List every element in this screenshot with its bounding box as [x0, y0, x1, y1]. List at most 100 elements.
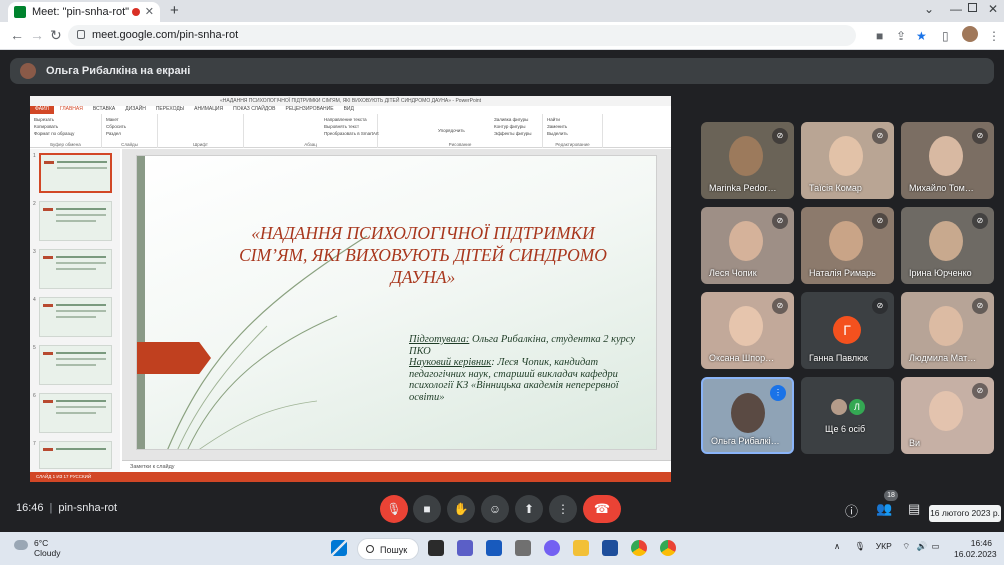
thumb-number: 7 [33, 441, 36, 447]
taskbar-clock[interactable]: 16:46 16.02.2023 [954, 538, 997, 560]
save-icon[interactable] [602, 540, 618, 556]
cloud-icon [14, 540, 28, 550]
meeting-time: 16:46 [16, 502, 44, 514]
participant-tile[interactable]: ⊘ Ви [901, 377, 994, 454]
participant-tile[interactable]: ⊘ Леся Чопик [701, 207, 794, 284]
ppt-group-label: Рисование [448, 142, 472, 147]
chrome-profile-icon[interactable] [660, 540, 676, 556]
ppt-arrange: Упорядочить [438, 128, 465, 133]
thumb-number: 3 [33, 249, 36, 255]
system-tray: ∧ 🎙 УКР ⌔ 🔊 ▭ [834, 541, 940, 552]
close-tab-icon[interactable]: ✕ [145, 5, 154, 18]
participant-tile[interactable]: ⊘ Наталія Римарь [801, 207, 894, 284]
wifi-icon[interactable]: ⌔ [902, 541, 910, 551]
participant-video [929, 221, 963, 261]
viber-icon[interactable] [544, 540, 560, 556]
prepared-label: Підготувала: [409, 334, 470, 345]
recording-dot-icon [132, 8, 140, 16]
participant-tile[interactable]: ⊘ Михайло Том… [901, 122, 994, 199]
ppt-effects: Эффекты фигуры [494, 131, 532, 136]
ppt-smartart: Преобразовать в SmartArt [324, 131, 379, 136]
url-field[interactable]: meet.google.com/pin-snha-rot [68, 25, 856, 46]
camera-icon[interactable]: ■ [876, 29, 883, 43]
ppt-group-editing: Найти Заменить Выделить Редактирование [543, 114, 603, 148]
chevron-up-icon[interactable]: ∧ [834, 541, 840, 551]
participant-tile[interactable]: Г ⊘ Ганна Павлюк [801, 292, 894, 369]
mic-muted-icon: ⊘ [972, 298, 988, 314]
participant-tile[interactable]: ⊘ Оксана Шпор… [701, 292, 794, 369]
browser-tab[interactable]: Meet: "pin-snha-rot" ✕ [8, 2, 160, 22]
slide: «НАДАННЯ ПСИХОЛОГІЧНОЇ ПІДТРИМКИ СІМ’ЯМ,… [136, 155, 657, 450]
participant-name: Ганна Павлюк [809, 353, 868, 363]
participant-tile[interactable]: ⊘ Ірина Юрченко [901, 207, 994, 284]
ppt-tab-review: РЕЦЕНЗИРОВАНИЕ [285, 106, 334, 112]
ppt-tab-view: ВИД [343, 106, 354, 112]
ppt-notes: Заметки к слайду [122, 460, 671, 472]
participant-tile[interactable]: ⊘ Таїсія Комар [801, 122, 894, 199]
ppt-select: Выделить [547, 131, 568, 136]
start-icon[interactable] [331, 540, 347, 556]
sidebar-icon[interactable]: ▯ [942, 29, 949, 43]
present-button[interactable]: ⬆ [515, 495, 543, 523]
camera-button[interactable]: ■ [413, 495, 441, 523]
ppt-section: Раздел [106, 131, 121, 136]
profile-avatar[interactable] [962, 26, 978, 42]
participant-tile[interactable]: ⋮ Ольга Рибалкі… [701, 377, 794, 454]
chrome-icon[interactable] [631, 540, 647, 556]
weather-widget[interactable]: 6°C Cloudy [14, 538, 60, 558]
taskbar-search[interactable]: Пошук [357, 538, 419, 560]
thumb-number: 1 [33, 153, 36, 159]
battery-icon[interactable]: ▭ [932, 541, 940, 551]
participant-name: Ще 6 осіб [825, 424, 866, 434]
task-view-icon[interactable] [428, 540, 444, 556]
mic-muted-icon: ⊘ [872, 128, 888, 144]
word-icon[interactable] [486, 540, 502, 556]
minimize-icon[interactable]: — [950, 2, 962, 16]
end-call-button[interactable]: ☎ [583, 495, 621, 523]
emoji-button[interactable]: ☺ [481, 495, 509, 523]
tab-title: Meet: "pin-snha-rot" [32, 6, 130, 18]
search-label: Пошук [380, 545, 408, 555]
new-tab-button[interactable]: + [170, 2, 179, 19]
forward-icon[interactable]: → [30, 27, 44, 43]
raise-hand-button[interactable]: ✋ [447, 495, 475, 523]
bookmark-star-icon[interactable]: ★ [916, 29, 927, 43]
ppt-group-label: Слайды [121, 142, 138, 147]
ppt-ribbon: Вырезать Копировать Формат по образцу Бу… [30, 114, 671, 148]
mic-muted-icon: ⊘ [872, 213, 888, 229]
microphone-icon[interactable]: 🎙 [855, 541, 866, 551]
file-explorer-icon[interactable] [573, 540, 589, 556]
teams-icon[interactable] [457, 540, 473, 556]
meeting-code: pin-snha-rot [58, 502, 118, 514]
ppt-slide-thumbnails: 1 2 3 4 5 6 7 [30, 149, 120, 472]
ppt-fill: Заливка фигуры [494, 117, 529, 122]
participant-tile[interactable]: ⊘ Людмила Мат… [901, 292, 994, 369]
participant-video [929, 136, 963, 176]
close-window-icon[interactable]: ✕ [988, 2, 998, 16]
ppt-format-painter: Формат по образцу [34, 131, 75, 136]
share-icon[interactable]: ⇪ [896, 29, 906, 43]
participant-name: Ви [909, 438, 921, 448]
ppt-tab-design: ДИЗАЙН [125, 106, 146, 112]
windows-taskbar: 6°C Cloudy Пошук ∧ 🎙 УКР ⌔ 🔊 ▭ 16:46 16.… [0, 532, 1004, 565]
participant-video [829, 221, 863, 261]
participant-video [829, 136, 863, 176]
maximize-icon[interactable] [968, 3, 977, 12]
people-icon[interactable]: 👥 [876, 501, 892, 517]
info-icon[interactable]: ⓘ [845, 501, 858, 520]
chat-icon[interactable]: ▤ [908, 501, 920, 517]
mic-muted-icon: ⊘ [772, 298, 788, 314]
language-indicator[interactable]: УКР [876, 541, 892, 551]
participant-name: Людмила Мат… [909, 353, 977, 363]
menu-icon[interactable]: ⋮ [988, 29, 1000, 43]
chevron-down-icon[interactable]: ⌄ [924, 2, 934, 16]
participant-tile[interactable]: ⊘ Marinka Pedor… [701, 122, 794, 199]
calculator-icon[interactable] [515, 540, 531, 556]
participant-avatar [831, 399, 847, 415]
participant-tile[interactable]: Л Ще 6 осіб [801, 377, 894, 454]
reload-icon[interactable]: ↻ [50, 27, 62, 44]
more-options-button[interactable]: ⋮ [549, 495, 577, 523]
volume-icon[interactable]: 🔊 [917, 541, 928, 551]
mic-off-button[interactable]: 🎙 [380, 495, 408, 523]
back-icon[interactable]: ← [10, 27, 24, 43]
